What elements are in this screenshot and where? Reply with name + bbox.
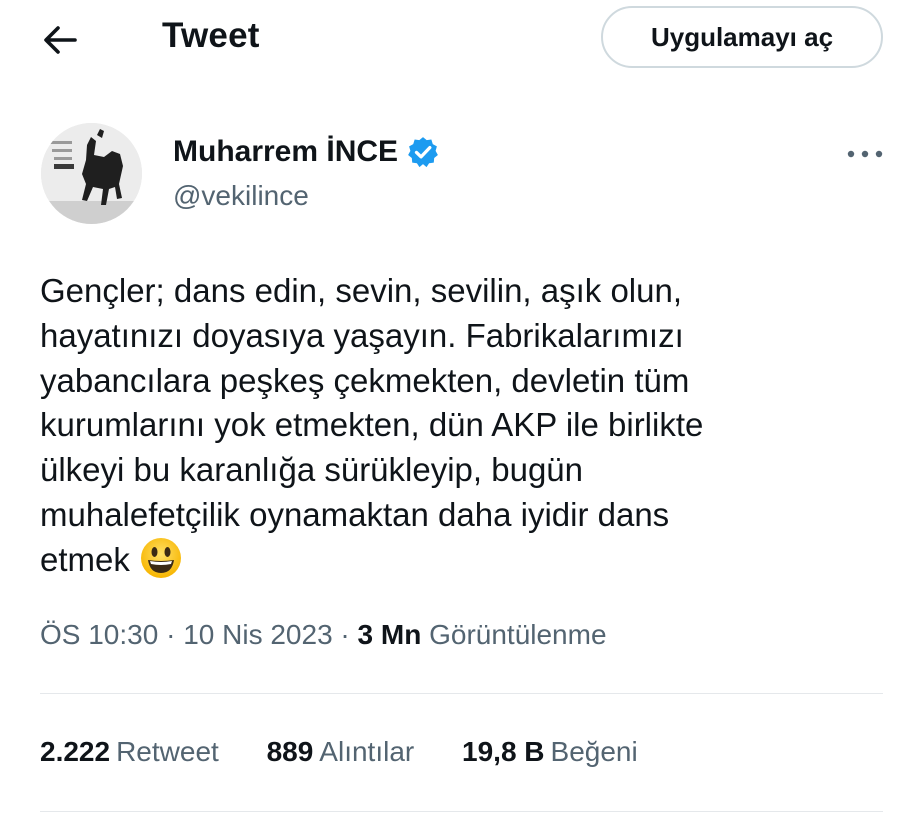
tweet-date[interactable]: 10 Nis 2023	[183, 619, 332, 650]
quotes-count: 889	[266, 736, 314, 767]
quotes-label: Alıntılar	[319, 736, 415, 767]
tweet-line: Gençler; dans edin, sevin, sevilin, aşık…	[40, 272, 683, 309]
likes-count: 19,8 B	[462, 736, 545, 767]
retweets-count: 2.222	[40, 736, 111, 767]
open-app-button[interactable]: Uygulamayı aç	[601, 6, 883, 68]
more-options-button[interactable]	[842, 139, 888, 169]
tweet-line: hayatınızı doyasıya yaşayın. Fabrikaları…	[40, 316, 684, 354]
avatar[interactable]	[41, 123, 142, 224]
retweets-stat[interactable]: 2.222 Retweet	[40, 736, 219, 768]
tweet-line: kurumlarını yok etmekten, dün AKP ile bi…	[40, 406, 704, 444]
quotes-stat[interactable]: 889 Alıntılar	[267, 736, 415, 768]
tweet-line: ülkeyi bu karanlığa sürükleyip, bugün	[40, 451, 584, 489]
verified-badge-icon	[406, 135, 440, 169]
avatar-image	[41, 123, 142, 224]
tweet-line: muhalefetçilik oynamaktan daha iyidir da…	[40, 495, 670, 533]
separator: ·	[340, 619, 350, 650]
back-button[interactable]	[36, 18, 84, 62]
engagement-stats: 2.222 Retweet 889 Alıntılar 19,8 B Beğeni	[40, 736, 678, 768]
separator: ·	[166, 619, 176, 650]
back-arrow-icon	[44, 26, 77, 54]
tweet-text: Gençler; dans edin, sevin, sevilin, aşık…	[40, 269, 890, 583]
views-count: 3 Mn	[357, 619, 422, 650]
divider	[40, 693, 883, 694]
tweet-line: yabancılara peşkeş çekmekten, devletin t…	[40, 361, 690, 399]
tweet-time[interactable]: ÖS 10:30	[40, 619, 158, 650]
author-handle[interactable]: @vekilince	[173, 180, 309, 212]
top-bar: Tweet Uygulamayı aç	[0, 0, 921, 80]
author-name-text: Muharrem İNCE	[173, 135, 399, 168]
more-icon	[847, 150, 883, 158]
likes-stat[interactable]: 19,8 B Beğeni	[462, 736, 638, 768]
tweet-meta: ÖS 10:30 · 10 Nis 2023 · 3 Mn Görüntülen…	[40, 619, 607, 651]
tweet-last-line: etmek	[40, 538, 890, 583]
page-title: Tweet	[162, 16, 260, 55]
likes-label: Beğeni	[550, 736, 638, 767]
divider	[40, 811, 883, 812]
views-label: Görüntülenme	[429, 619, 607, 650]
grinning-face-emoji-icon	[140, 537, 182, 579]
tweet-line: etmek	[40, 540, 130, 578]
author-name[interactable]: Muharrem İNCE	[173, 135, 440, 169]
retweets-label: Retweet	[116, 736, 219, 767]
